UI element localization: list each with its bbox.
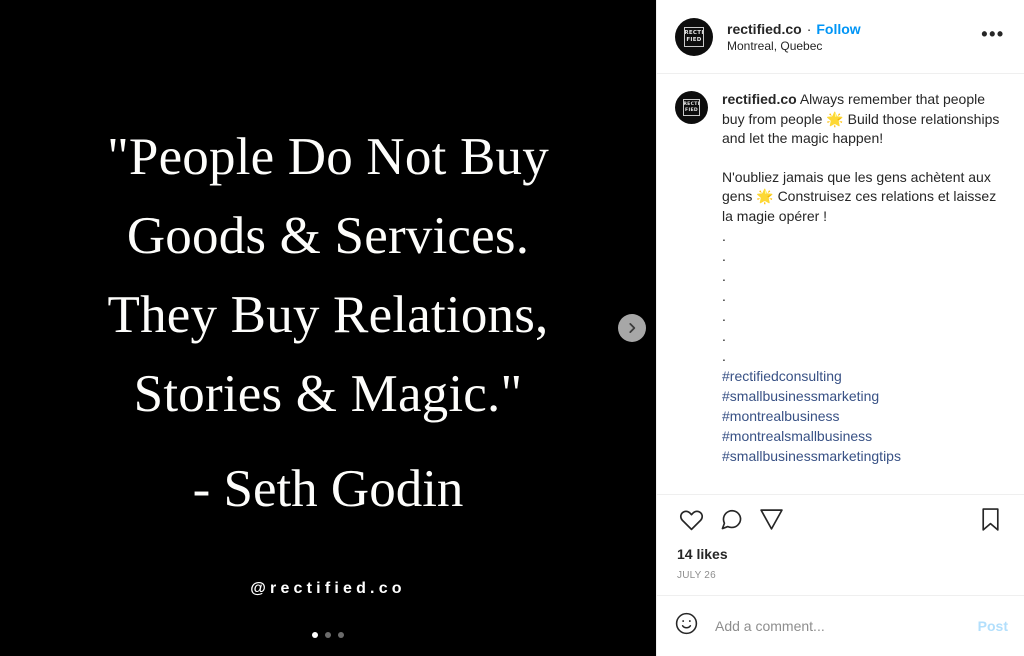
- caption-section[interactable]: RECTI FIED rectified.co Always remember …: [657, 74, 1024, 494]
- chevron-right-icon: [625, 321, 639, 335]
- save-button[interactable]: [970, 502, 1010, 542]
- caption-spacer-dot: .: [722, 328, 726, 344]
- caption-spacer-dot: .: [722, 308, 726, 324]
- caption-avatar-logo-line-2: FIED: [685, 107, 698, 113]
- post-header: RECTI FIED rectified.co · Follow Montrea…: [657, 0, 1024, 74]
- carousel-dot-3: [338, 632, 344, 638]
- avatar-logo-line-2: FIED: [686, 36, 702, 43]
- instagram-post: "People Do Not Buy Goods & Services. The…: [0, 0, 1024, 656]
- caption-spacer-dot: .: [722, 348, 726, 364]
- comment-button[interactable]: [711, 502, 751, 542]
- quote-line-3: They Buy Relations,: [107, 286, 549, 344]
- header-separator: ·: [806, 20, 812, 37]
- carousel-dot-1: [312, 632, 318, 638]
- hashtag-link[interactable]: #montrealsmallbusiness: [722, 426, 1006, 446]
- post-sidebar: RECTI FIED rectified.co · Follow Montrea…: [656, 0, 1024, 656]
- hashtag-link[interactable]: #rectifiedconsulting: [722, 366, 1006, 386]
- share-button[interactable]: [751, 502, 791, 542]
- post-timestamp: JULY 26: [677, 570, 716, 581]
- post-media-panel[interactable]: "People Do Not Buy Goods & Services. The…: [0, 0, 656, 656]
- post-location[interactable]: Montreal, Quebec: [727, 39, 976, 53]
- header-username-row: rectified.co · Follow: [727, 21, 976, 37]
- carousel-dot-2: [325, 632, 331, 638]
- brand-logo-icon: RECTI FIED: [684, 26, 704, 47]
- heart-icon: [679, 507, 704, 537]
- carousel-indicator: [0, 632, 656, 638]
- hashtag-link[interactable]: #smallbusinessmarketingtips: [722, 446, 1006, 466]
- caption-body: rectified.co Always remember that people…: [722, 90, 1006, 466]
- comment-input[interactable]: [715, 618, 970, 634]
- quote-line-4: Stories & Magic.": [133, 365, 523, 423]
- follow-button[interactable]: Follow: [816, 21, 860, 37]
- hashtag-link[interactable]: #smallbusinessmarketing: [722, 386, 1006, 406]
- header-username[interactable]: rectified.co: [727, 21, 802, 37]
- bookmark-icon: [978, 507, 1003, 537]
- avatar-logo-line-1: RECTI: [684, 29, 704, 36]
- brand-logo-icon: RECTI FIED: [683, 99, 700, 116]
- caption-username[interactable]: rectified.co: [722, 91, 797, 107]
- comment-icon: [719, 507, 744, 537]
- caption-french-text: N'oubliez jamais que les gens achètent a…: [722, 168, 997, 224]
- caption-avatar[interactable]: RECTI FIED: [675, 91, 708, 124]
- like-button[interactable]: [671, 502, 711, 542]
- brand-handle: @rectified.co: [250, 580, 406, 597]
- likes-count[interactable]: 14 likes: [671, 542, 1010, 562]
- quote-attribution: - Seth Godin: [192, 460, 464, 518]
- carousel-next-button[interactable]: [618, 314, 646, 342]
- share-icon: [759, 507, 784, 537]
- action-bar: 14 likes JULY 26: [657, 494, 1024, 595]
- more-options-button[interactable]: •••: [976, 20, 1010, 54]
- post-comment-button[interactable]: Post: [970, 618, 1008, 634]
- emoji-smiley-icon: [674, 611, 699, 641]
- caption-spacer-dot: .: [722, 228, 726, 244]
- caption-row: RECTI FIED rectified.co Always remember …: [675, 90, 1006, 466]
- hashtag-link[interactable]: #montrealbusiness: [722, 406, 1006, 426]
- comment-bar: Post: [657, 595, 1024, 656]
- quote-line-1: "People Do Not Buy: [107, 128, 549, 186]
- caption-spacer-dot: .: [722, 248, 726, 264]
- avatar[interactable]: RECTI FIED: [675, 17, 713, 56]
- header-text: rectified.co · Follow Montreal, Quebec: [727, 21, 976, 53]
- action-icons: [671, 502, 1010, 542]
- emoji-picker-button[interactable]: [673, 611, 699, 641]
- quote-graphic: "People Do Not Buy Goods & Services. The…: [0, 118, 656, 529]
- caption-spacer-dot: .: [722, 268, 726, 284]
- caption-spacer-dot: .: [722, 288, 726, 304]
- quote-line-2: Goods & Services.: [126, 207, 530, 265]
